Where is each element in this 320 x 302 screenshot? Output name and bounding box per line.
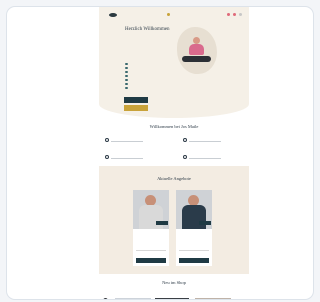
hero-image — [177, 27, 217, 74]
secondary-cta-button[interactable] — [124, 105, 148, 111]
feature-text — [111, 158, 143, 159]
divider — [136, 250, 166, 251]
check-icon — [125, 78, 128, 82]
feature-icon — [105, 138, 109, 142]
check-icon — [125, 70, 128, 74]
check-icon — [125, 74, 128, 78]
feature-item — [183, 155, 221, 163]
add-to-cart-button[interactable] — [136, 258, 166, 263]
person-illustration — [182, 35, 211, 65]
shop-thumbnail[interactable] — [115, 298, 151, 299]
feature-item — [183, 138, 221, 146]
website-page: Herzlich Willkommen Willkommen bei Jos M… — [99, 7, 249, 299]
person-legs — [182, 56, 211, 62]
nav-dot-icon[interactable] — [233, 13, 236, 16]
shop-thumbnail[interactable] — [155, 298, 189, 299]
product-card[interactable] — [176, 190, 212, 266]
logo-mark-icon — [109, 13, 117, 17]
check-icon — [125, 86, 128, 90]
person-head — [193, 37, 200, 44]
hero-section: Herzlich Willkommen — [99, 7, 249, 118]
feature-text — [189, 158, 221, 159]
feature-icon — [105, 155, 109, 159]
feature-icon — [183, 155, 187, 159]
welcome-heading: Willkommen bei Jos Maile — [149, 124, 199, 129]
feature-item — [105, 138, 143, 146]
feature-text — [189, 141, 221, 142]
check-icon — [125, 66, 128, 70]
primary-cta-button[interactable] — [124, 97, 148, 103]
hero-bullet-list — [125, 62, 171, 90]
feature-text — [111, 141, 143, 142]
offers-heading: Aktuelle Angebote — [157, 176, 191, 181]
feature-item — [105, 155, 143, 163]
browser-frame: Herzlich Willkommen Willkommen bei Jos M… — [6, 6, 314, 300]
menu-icon[interactable] — [239, 13, 242, 16]
shop-icon[interactable] — [102, 298, 109, 299]
shop-heading: Neu im Shop — [162, 280, 186, 285]
hero-title: Herzlich Willkommen — [125, 27, 170, 32]
divider — [179, 250, 209, 251]
check-icon — [125, 62, 128, 66]
add-to-cart-button[interactable] — [179, 258, 209, 263]
person-body — [189, 44, 204, 55]
sale-badge — [156, 221, 168, 225]
nav-dot-icon[interactable] — [227, 13, 230, 16]
figure-body — [182, 205, 206, 229]
shop-thumbnail[interactable] — [195, 298, 231, 299]
product-card[interactable] — [133, 190, 169, 266]
check-icon — [125, 82, 128, 86]
figure-body — [139, 205, 163, 229]
offers-section: Aktuelle Angebote — [99, 166, 249, 274]
bullet-item — [125, 86, 171, 90]
nav-dot-icon[interactable] — [167, 13, 170, 16]
feature-icon — [183, 138, 187, 142]
sale-badge — [199, 221, 211, 225]
